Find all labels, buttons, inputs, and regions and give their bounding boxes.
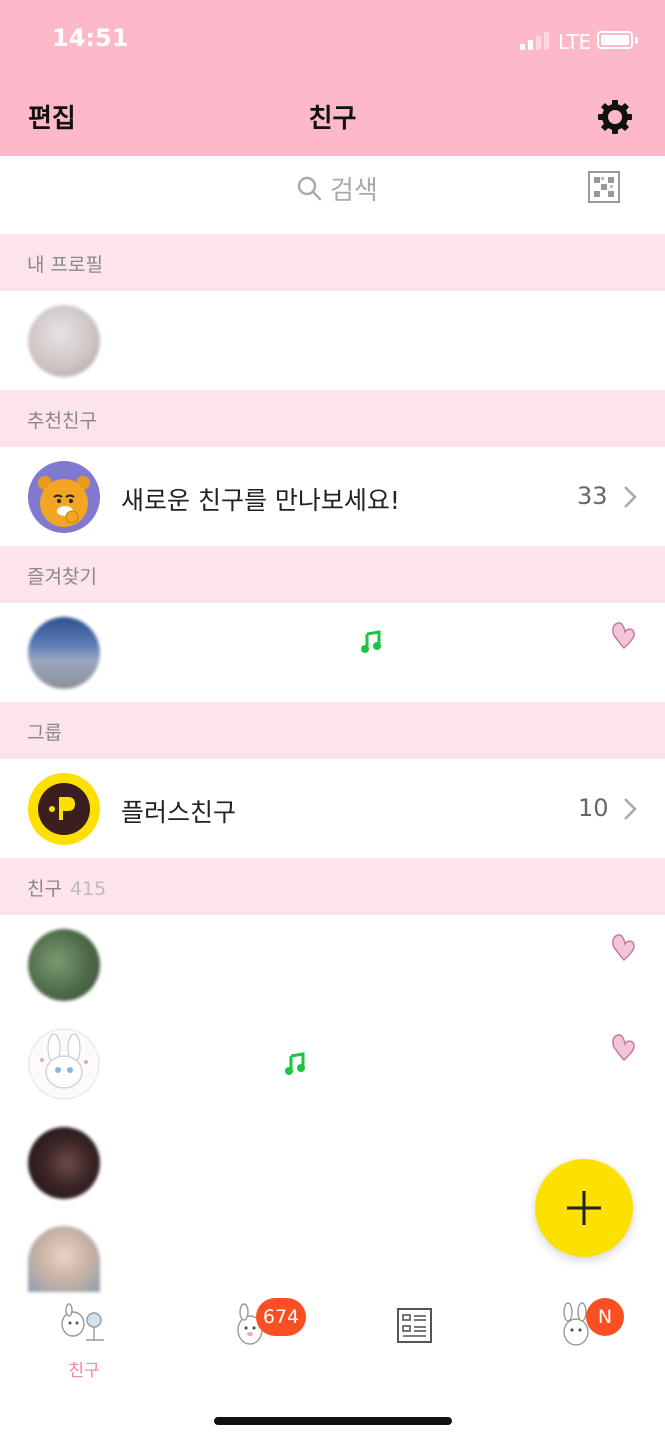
recommend-text: 새로운 친구를 만나보세요!	[121, 486, 400, 515]
plus-friend-logo	[28, 773, 100, 845]
heart-sticker-icon	[612, 622, 635, 650]
avatar	[28, 1127, 100, 1199]
signal-icon	[520, 32, 550, 50]
more-badge: N	[586, 1298, 624, 1336]
tab-friends-label: 친구	[68, 1361, 100, 1381]
heart-sticker-icon	[612, 1034, 635, 1062]
plus-icon	[567, 1191, 601, 1225]
tab-news-icon[interactable]	[392, 1302, 436, 1346]
avatar[interactable]	[28, 305, 100, 377]
search-icon	[297, 176, 322, 201]
music-note-icon	[285, 1052, 305, 1075]
plus-friend-count: 10	[578, 794, 609, 822]
plus-friend-text: 플러스친구	[121, 798, 237, 827]
ryan-character-avatar	[28, 461, 100, 533]
network-type: LTE	[558, 30, 592, 54]
page-title: 친구	[308, 104, 357, 134]
section-label: 즐겨찾기	[27, 566, 97, 588]
chevron-right-icon	[624, 798, 637, 820]
home-indicator[interactable]	[214, 1417, 452, 1425]
section-my-profile: 내 프로필	[0, 234, 665, 291]
section-groups: 그룹	[0, 702, 665, 759]
music-note-icon	[361, 630, 381, 653]
search-input[interactable]: 검색	[330, 170, 378, 207]
battery-icon	[597, 31, 633, 49]
battery-tip	[635, 37, 638, 44]
avatar	[28, 929, 100, 1001]
gear-icon[interactable]	[596, 98, 634, 136]
add-friend-button[interactable]	[535, 1159, 633, 1257]
status-time: 14:51	[52, 24, 129, 52]
section-label: 그룹	[27, 722, 62, 744]
section-label: 내 프로필	[27, 254, 103, 276]
section-friends: 친구 415	[0, 858, 665, 915]
friend-count: 415	[69, 878, 107, 900]
section-label: 친구 415	[27, 878, 107, 900]
chevron-right-icon	[624, 486, 637, 508]
tab-friends-icon[interactable]	[56, 1300, 112, 1356]
section-favorites: 즐겨찾기	[0, 546, 665, 603]
chats-badge: 674	[256, 1298, 306, 1336]
avatar	[28, 1226, 100, 1292]
qr-icon[interactable]	[588, 171, 620, 203]
avatar	[28, 617, 100, 689]
heart-sticker-icon	[612, 934, 635, 962]
recommend-count: 33	[577, 482, 608, 510]
section-label: 추천친구	[27, 410, 97, 432]
bunny-avatar	[28, 1028, 100, 1100]
section-recommended: 추천친구	[0, 390, 665, 447]
